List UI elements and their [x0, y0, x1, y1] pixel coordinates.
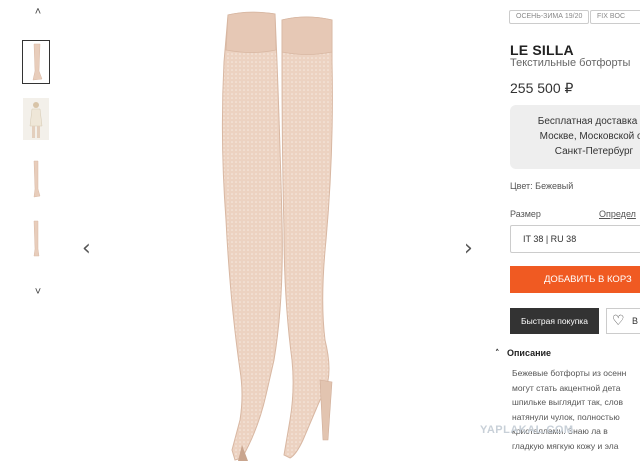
wishlist-button[interactable]: ♡ В — [606, 308, 640, 334]
season-badge: ОСЕНЬ-ЗИМА 19/20 — [509, 10, 590, 24]
prev-image-arrow[interactable]: ‹ — [82, 238, 91, 260]
description-text: Бежевые ботфорты из осенн могут стать ак… — [512, 366, 640, 453]
description-line: Бежевые ботфорты из осенн — [512, 368, 627, 378]
product-subtitle: Текстильные ботфорты — [510, 57, 631, 69]
chevron-up-icon: ˄ — [495, 349, 500, 359]
thumbnail-1[interactable] — [22, 40, 50, 84]
quick-buy-button[interactable]: Быстрая покупка — [510, 308, 599, 334]
thumbnail-4[interactable] — [22, 218, 50, 262]
thumbnails-up-arrow[interactable]: ˄ — [30, 6, 46, 18]
boot-back-thumbnail-image — [33, 220, 40, 257]
thumbnails-down-arrow[interactable]: ˅ — [30, 286, 46, 298]
description-line: могут стать акцентной дета — [512, 382, 621, 393]
watermark-text: YAPLAKAL.COM — [480, 424, 574, 436]
thumbnail-2[interactable] — [22, 98, 50, 142]
wishlist-label: В — [632, 316, 639, 326]
size-select-value: IT 38 | RU 38 — [523, 234, 577, 244]
delivery-line-2: Москве, Московской об — [539, 131, 640, 142]
boot-front-thumbnail-image — [33, 160, 41, 198]
boots-illustration — [221, 11, 333, 461]
thumbnail-3[interactable] — [22, 158, 50, 202]
boot-side-thumbnail-image — [32, 43, 43, 81]
description-line: гладкую мягкую кожу и эла — [512, 440, 619, 451]
description-header[interactable]: ˄ Описание — [495, 348, 551, 359]
size-table-link[interactable]: Определ — [599, 209, 636, 219]
size-select[interactable]: IT 38 | RU 38 — [510, 225, 640, 253]
delivery-line-3: Санкт-Петербург — [554, 146, 634, 157]
add-to-cart-button[interactable]: ДОБАВИТЬ В КОРЗ — [510, 266, 640, 293]
color-label: Цвет: Бежевый — [510, 181, 574, 191]
delivery-line-1: Бесплатная доставка за — [537, 116, 640, 127]
fix-badge: FIX BOC — [590, 10, 640, 24]
main-product-image — [70, 0, 490, 462]
size-label: Размер — [510, 209, 541, 219]
next-image-arrow[interactable]: › — [464, 238, 473, 260]
description-heading: Описание — [507, 348, 552, 358]
product-price: 255 500 ₽ — [510, 80, 574, 96]
description-line: натянули чулок, полностью — [512, 411, 620, 422]
model-thumbnail-image — [23, 98, 49, 140]
heart-icon: ♡ — [612, 313, 625, 329]
delivery-info-box: Бесплатная доставка за Москве, Московско… — [510, 105, 640, 169]
brand-name[interactable]: LE SILLA — [510, 42, 574, 58]
description-line: шпильке выглядит так, слов — [512, 397, 624, 407]
